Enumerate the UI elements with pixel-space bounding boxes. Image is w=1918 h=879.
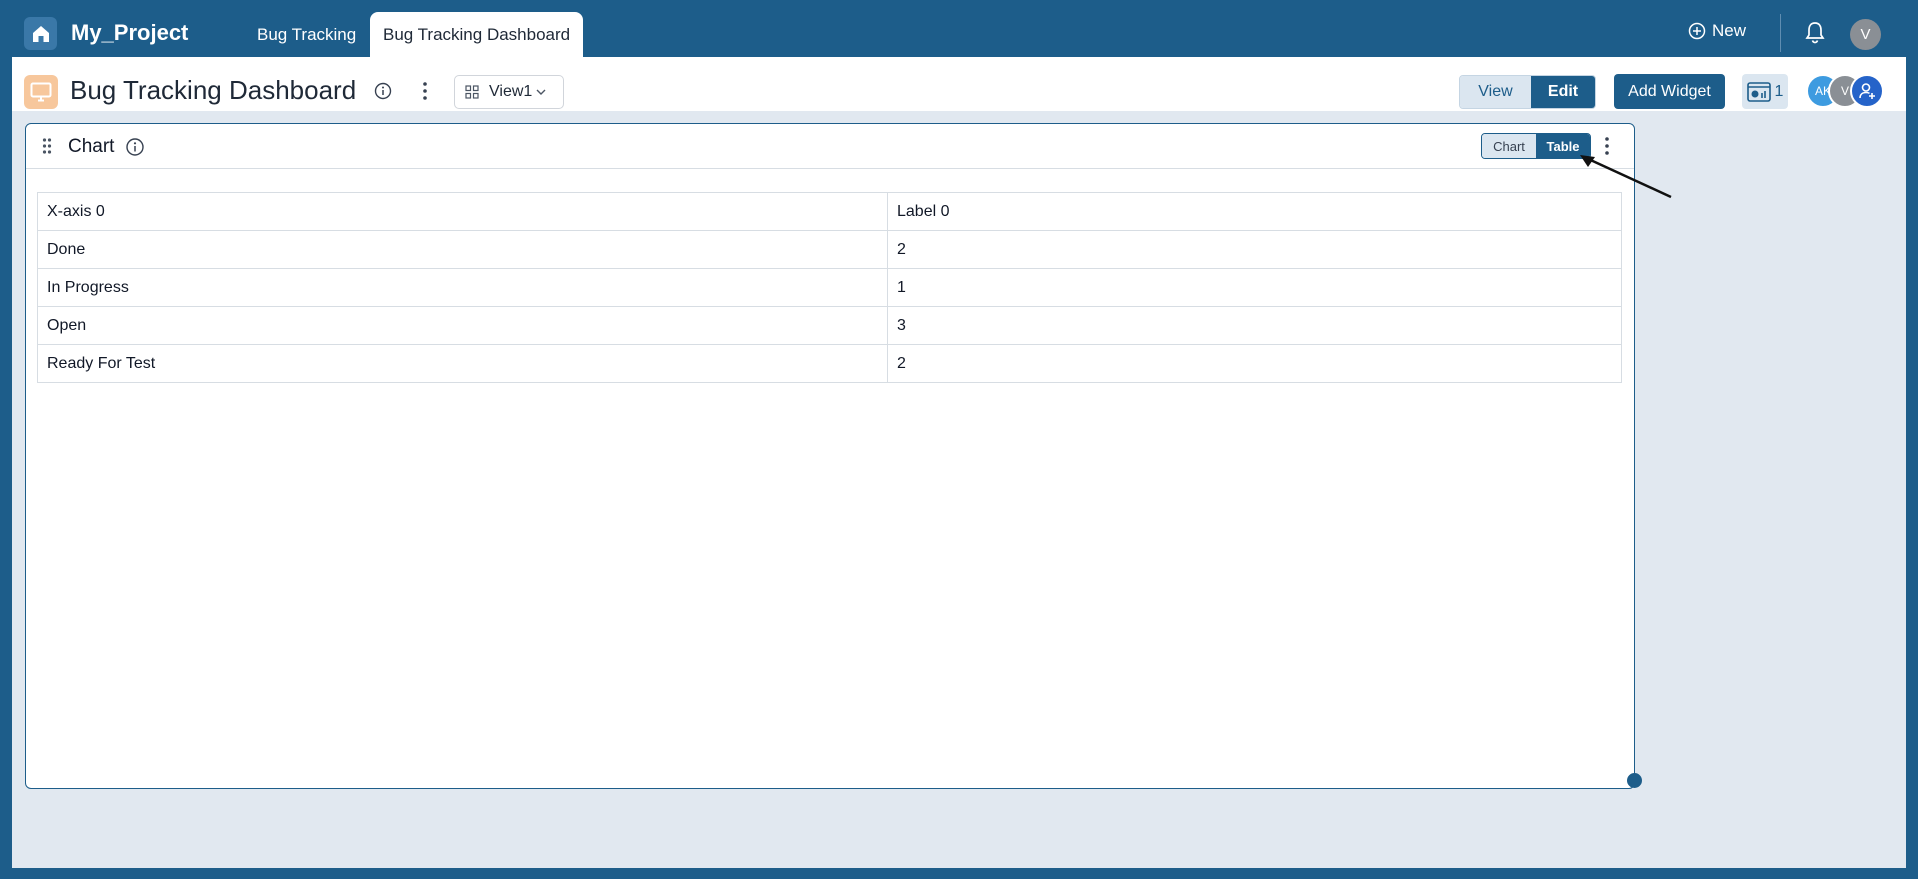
resize-handle[interactable]: [1627, 773, 1642, 788]
divider: [1780, 14, 1781, 52]
chart-table-toggle: Chart Table: [1481, 133, 1591, 159]
tab-bug-tracking-dashboard[interactable]: Bug Tracking Dashboard: [370, 12, 584, 57]
grid-icon: [465, 85, 479, 99]
widget-count-button[interactable]: 1: [1742, 74, 1788, 109]
widget-title: Chart: [68, 136, 115, 157]
widget-icon: [1746, 81, 1771, 102]
table-cell: 3: [887, 306, 1622, 345]
column-header: X-axis 0: [37, 192, 888, 231]
plus-circle-icon: [1688, 22, 1706, 40]
view-selector-value: View1: [489, 83, 533, 100]
table-cell: 2: [887, 230, 1622, 269]
widget-header: Chart Chart Table: [26, 124, 1634, 169]
drag-handle-icon: [42, 138, 52, 154]
page-title: Bug Tracking Dashboard: [70, 75, 357, 105]
new-button-label: New: [1712, 21, 1747, 40]
table-cell: Ready For Test: [37, 344, 888, 383]
table-header-row: X-axis 0 Label 0: [37, 192, 1622, 231]
bell-icon: [1805, 22, 1825, 44]
home-icon: [32, 25, 49, 42]
user-avatar[interactable]: V: [1850, 19, 1881, 50]
kebab-menu-icon: [423, 82, 427, 100]
widget-info-button[interactable]: [125, 137, 145, 162]
table-row: Done 2: [37, 230, 1622, 269]
table-row: Open 3: [37, 306, 1622, 345]
add-widget-button[interactable]: Add Widget: [1614, 74, 1725, 109]
title-info-button[interactable]: [374, 82, 392, 105]
table-cell: Done: [37, 230, 888, 269]
new-button[interactable]: New: [1688, 21, 1746, 41]
view-edit-toggle: View Edit: [1459, 75, 1596, 109]
home-button[interactable]: [24, 17, 57, 50]
data-table: X-axis 0 Label 0 Done 2 In Progress 1 Op…: [37, 192, 1622, 383]
drag-handle[interactable]: [42, 137, 52, 160]
chevron-down-icon: [536, 89, 546, 95]
view-selector[interactable]: View1: [454, 75, 564, 109]
annotation-arrow: [1580, 155, 1672, 199]
table-row: Ready For Test 2: [37, 344, 1622, 383]
dashboard-header: Bug Tracking Dashboard View1 View Edit A…: [12, 57, 1906, 111]
info-icon: [126, 138, 144, 156]
collaborator-avatars: AK V: [1806, 74, 1886, 110]
chart-view-button[interactable]: Chart: [1482, 134, 1536, 158]
tab-bug-tracking[interactable]: Bug Tracking: [243, 12, 370, 57]
dashboard-icon: [24, 75, 58, 109]
add-collaborator-button[interactable]: [1850, 74, 1884, 108]
table-cell: 1: [887, 268, 1622, 307]
edit-mode-button[interactable]: Edit: [1531, 76, 1595, 108]
top-navigation: My_Project Bug Tracking Bug Tracking Das…: [0, 0, 1918, 57]
table-cell: In Progress: [37, 268, 888, 307]
page-menu-button[interactable]: [422, 81, 428, 106]
table-row: In Progress 1: [37, 268, 1622, 307]
column-header: Label 0: [887, 192, 1622, 231]
table-cell: 2: [887, 344, 1622, 383]
chart-widget: Chart Chart Table X-axis 0 Label 0 Done …: [25, 123, 1642, 789]
project-name[interactable]: My_Project: [71, 20, 188, 46]
view-mode-button[interactable]: View: [1460, 76, 1531, 108]
notifications-button[interactable]: [1804, 21, 1826, 50]
widget-count-value: 1: [1774, 82, 1784, 100]
info-icon: [374, 82, 392, 100]
table-cell: Open: [37, 306, 888, 345]
add-user-icon: [1859, 83, 1875, 99]
monitor-icon: [30, 82, 52, 102]
